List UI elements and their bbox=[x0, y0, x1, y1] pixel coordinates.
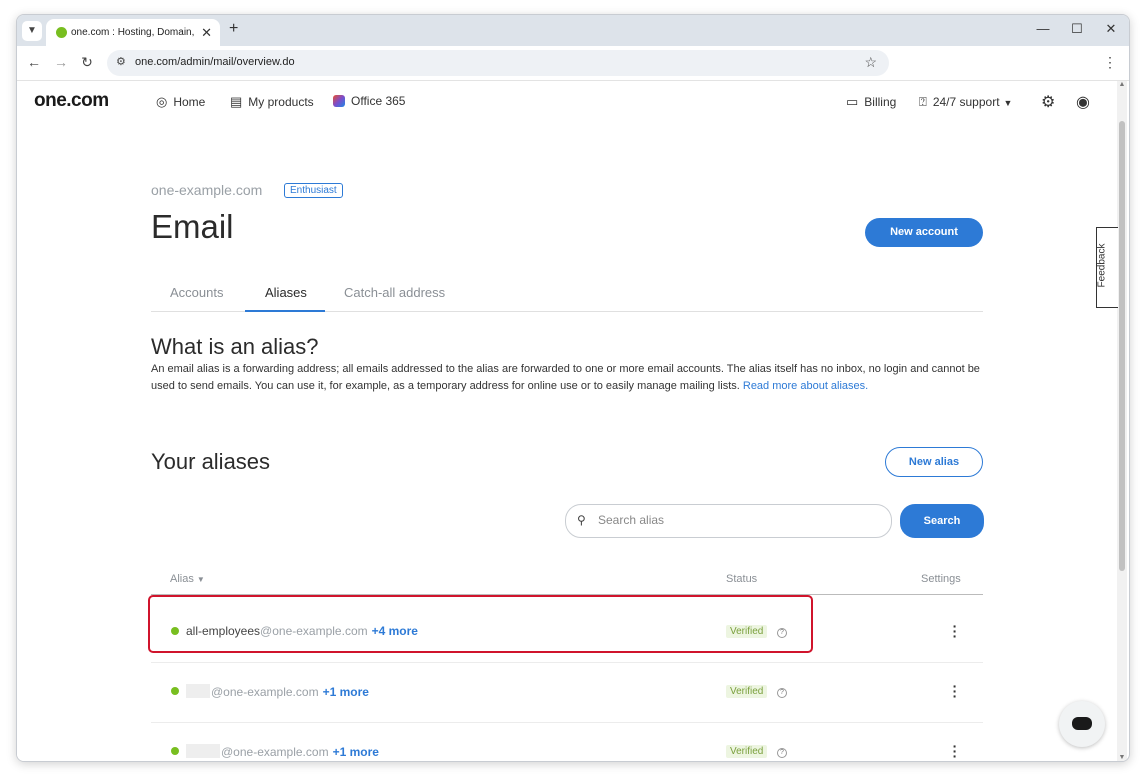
kebab-icon[interactable]: · · · bbox=[951, 679, 959, 703]
highlight-box bbox=[148, 595, 813, 653]
help-icon: ⍰ bbox=[919, 94, 927, 109]
browser-toolbar: ← → ↻ ⚙ one.com/admin/mail/overview.do ☆… bbox=[17, 46, 1129, 81]
office365-icon bbox=[333, 95, 345, 107]
globe-icon: ◎ bbox=[156, 94, 168, 109]
domain-name: one-example.com bbox=[151, 182, 263, 198]
minimize-icon[interactable]: — bbox=[1033, 21, 1053, 36]
tab-catch-all[interactable]: Catch-all address bbox=[344, 285, 445, 300]
alias-column-header[interactable]: Alias ▼ bbox=[170, 573, 205, 585]
feedback-tab[interactable]: Feedback bbox=[1096, 227, 1118, 308]
settings-column-header: Settings bbox=[921, 573, 961, 585]
more-link[interactable]: +1 more bbox=[333, 745, 379, 759]
close-icon[interactable]: ✕ bbox=[1101, 21, 1121, 37]
tune-icon[interactable]: ⚙ bbox=[116, 55, 126, 68]
row-divider bbox=[151, 722, 983, 723]
nav-office365-label: Office 365 bbox=[351, 94, 406, 108]
scrollbar[interactable]: ▲ ▼ bbox=[1117, 81, 1127, 761]
your-aliases-heading: Your aliases bbox=[151, 449, 271, 474]
nav-home-label: Home bbox=[173, 95, 206, 109]
url-text[interactable]: one.com/admin/mail/overview.do bbox=[135, 56, 295, 68]
kebab-icon[interactable]: ⋮ bbox=[1103, 54, 1117, 71]
gear-icon[interactable]: ⚙ bbox=[1041, 92, 1055, 112]
tab-title: one.com : Hosting, Domain, Em bbox=[71, 27, 196, 38]
user-icon[interactable]: ◉ bbox=[1076, 92, 1090, 112]
favicon-icon bbox=[56, 27, 67, 38]
alias-header-label: Alias bbox=[170, 573, 194, 585]
redacted-text bbox=[186, 744, 220, 758]
nav-my-products-label: My products bbox=[248, 95, 314, 109]
status-column-header: Status bbox=[726, 573, 758, 585]
what-is-alias-heading: What is an alias? bbox=[151, 334, 319, 359]
star-icon[interactable]: ☆ bbox=[864, 54, 877, 71]
feedback-label: Feedback bbox=[1096, 243, 1108, 288]
table-row[interactable]: @one-example.com +1 more bbox=[186, 684, 369, 699]
search-icon: ⚲ bbox=[577, 513, 586, 527]
status-badge: Verified bbox=[726, 685, 768, 698]
scroll-down-icon[interactable]: ▼ bbox=[1117, 754, 1127, 761]
tab-strip: ▼ one.com : Hosting, Domain, Em ✕ + — ☐ … bbox=[17, 15, 1129, 46]
alias-domain: @one-example.com bbox=[221, 745, 329, 759]
help-icon[interactable]: ? bbox=[777, 748, 787, 758]
tab-accounts[interactable]: Accounts bbox=[170, 285, 223, 300]
chevron-down-icon: ▼ bbox=[1003, 98, 1013, 108]
address-bar[interactable]: ⚙ one.com/admin/mail/overview.do ☆ bbox=[107, 50, 889, 76]
support-menu[interactable]: ⍰ 24/7 support ▼ bbox=[919, 94, 1012, 110]
site-header: one.com ◎ Home ▤ My products Office 365 ▭ B… bbox=[17, 81, 1114, 123]
table-row[interactable]: @one-example.com +1 more bbox=[186, 744, 379, 759]
arrow-right-icon[interactable]: → bbox=[52, 54, 70, 70]
alias-domain: @one-example.com bbox=[211, 685, 319, 699]
help-icon[interactable]: ? bbox=[777, 688, 787, 698]
browser-window: ▼ one.com : Hosting, Domain, Em ✕ + — ☐ … bbox=[16, 14, 1130, 762]
status-badge: Verified bbox=[726, 745, 768, 758]
chevron-down-icon: ▼ bbox=[196, 575, 205, 584]
nav-home[interactable]: ◎ Home bbox=[156, 94, 205, 110]
new-account-button[interactable]: New account bbox=[865, 218, 983, 247]
page-title: Email bbox=[151, 208, 234, 245]
scroll-up-icon[interactable]: ▲ bbox=[1117, 81, 1127, 88]
active-tab-indicator bbox=[245, 310, 325, 312]
kebab-icon[interactable]: · · · bbox=[951, 619, 959, 643]
nav-my-products[interactable]: ▤ My products bbox=[230, 94, 314, 110]
row-divider bbox=[151, 662, 983, 663]
scrollbar-thumb[interactable] bbox=[1119, 121, 1125, 571]
redacted-text bbox=[186, 684, 210, 698]
chat-icon bbox=[1072, 717, 1092, 730]
status-dot bbox=[171, 747, 179, 755]
status-dot bbox=[171, 687, 179, 695]
search-input[interactable] bbox=[596, 512, 880, 528]
plan-badge: Enthusiast bbox=[284, 183, 343, 198]
new-alias-button[interactable]: New alias bbox=[885, 447, 983, 477]
close-icon[interactable]: ✕ bbox=[201, 25, 212, 41]
kebab-icon[interactable]: · · · bbox=[951, 739, 959, 761]
nav-office365[interactable]: Office 365 bbox=[333, 94, 405, 108]
reload-icon[interactable]: ↻ bbox=[78, 54, 96, 71]
main-content: one-example.com Enthusiast Email New acc… bbox=[17, 122, 1114, 761]
billing-link[interactable]: ▭ Billing bbox=[846, 94, 896, 110]
read-more-link[interactable]: Read more about aliases. bbox=[743, 380, 868, 392]
search-field[interactable]: ⚲ bbox=[565, 504, 892, 538]
credit-card-icon: ▭ bbox=[846, 94, 859, 109]
products-icon: ▤ bbox=[230, 94, 243, 109]
plus-icon[interactable]: + bbox=[229, 20, 238, 38]
browser-tab[interactable]: one.com : Hosting, Domain, Em ✕ bbox=[46, 19, 220, 46]
search-button[interactable]: Search bbox=[900, 504, 984, 538]
support-label: 24/7 support bbox=[932, 95, 1000, 109]
tab-aliases[interactable]: Aliases bbox=[265, 285, 307, 300]
alias-description: An email alias is a forwarding address; … bbox=[151, 361, 987, 394]
more-link[interactable]: +1 more bbox=[323, 685, 369, 699]
chevron-down-icon[interactable]: ▼ bbox=[22, 21, 42, 41]
logo[interactable]: one.com bbox=[34, 90, 109, 112]
arrow-left-icon[interactable]: ← bbox=[25, 54, 43, 70]
maximize-icon[interactable]: ☐ bbox=[1067, 21, 1087, 37]
chat-button[interactable] bbox=[1059, 701, 1105, 747]
billing-label: Billing bbox=[864, 95, 897, 109]
